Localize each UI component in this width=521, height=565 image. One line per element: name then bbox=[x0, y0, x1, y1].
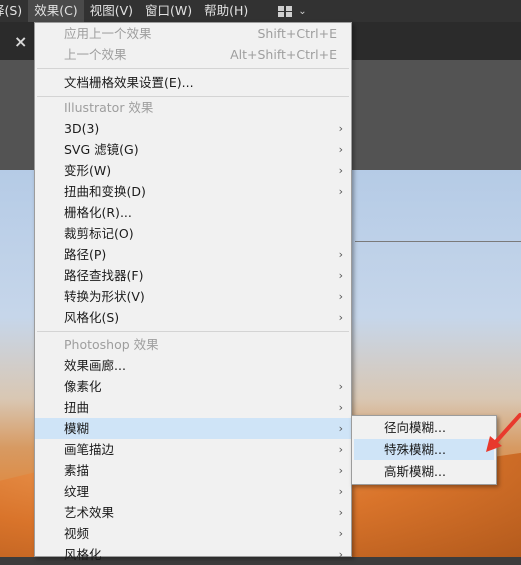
menu-select[interactable]: 择(S) bbox=[0, 0, 28, 22]
menu-item-sketch[interactable]: 素描 › bbox=[35, 460, 351, 481]
menu-item-brush-strokes[interactable]: 画笔描边 › bbox=[35, 439, 351, 460]
menu-item-rasterize[interactable]: 栅格化(R)... bbox=[35, 202, 351, 223]
chevron-right-icon: › bbox=[338, 506, 343, 519]
chevron-right-icon: › bbox=[338, 143, 343, 156]
menu-item-convert-to-shape[interactable]: 转换为形状(V) › bbox=[35, 286, 351, 307]
chevron-right-icon: › bbox=[338, 248, 343, 261]
menu-item-document-raster-settings[interactable]: 文档栅格效果设置(E)... bbox=[35, 72, 351, 93]
menu-item-3d[interactable]: 3D(3) › bbox=[35, 118, 351, 139]
annotation-arrow-icon bbox=[486, 413, 521, 452]
chevron-right-icon: › bbox=[338, 311, 343, 324]
shortcut-label: Alt+Shift+Ctrl+E bbox=[230, 47, 337, 62]
chevron-right-icon: › bbox=[338, 185, 343, 198]
menu-item-apply-last-effect[interactable]: 应用上一个效果 Shift+Ctrl+E bbox=[35, 23, 351, 44]
chevron-right-icon: › bbox=[338, 443, 343, 456]
menu-item-crop-marks[interactable]: 裁剪标记(O) bbox=[35, 223, 351, 244]
menu-bar: 择(S) 效果(C) 视图(V) 窗口(W) 帮助(H) ⌄ bbox=[0, 0, 521, 22]
chevron-right-icon: › bbox=[338, 269, 343, 282]
menu-item-pathfinder[interactable]: 路径查找器(F) › bbox=[35, 265, 351, 286]
chevron-right-icon: › bbox=[338, 548, 343, 561]
menu-item-distort[interactable]: 扭曲 › bbox=[35, 397, 351, 418]
menu-item-video[interactable]: 视频 › bbox=[35, 523, 351, 544]
menu-item-path[interactable]: 路径(P) › bbox=[35, 244, 351, 265]
menu-item-texture[interactable]: 纹理 › bbox=[35, 481, 351, 502]
menu-item-artistic[interactable]: 艺术效果 › bbox=[35, 502, 351, 523]
chevron-right-icon: › bbox=[338, 122, 343, 135]
menu-separator bbox=[37, 68, 349, 69]
menu-item-svg-filters[interactable]: SVG 滤镜(G) › bbox=[35, 139, 351, 160]
chevron-right-icon: › bbox=[338, 401, 343, 414]
chevron-right-icon: › bbox=[338, 380, 343, 393]
menu-item-last-effect[interactable]: 上一个效果 Alt+Shift+Ctrl+E bbox=[35, 44, 351, 65]
guide-line bbox=[355, 241, 521, 242]
menu-item-blur[interactable]: 模糊 › bbox=[35, 418, 351, 439]
shortcut-label: Shift+Ctrl+E bbox=[257, 26, 338, 41]
chevron-right-icon: › bbox=[338, 464, 343, 477]
blur-submenu: 径向模糊... 特殊模糊... 高斯模糊... bbox=[351, 415, 497, 485]
submenu-item-gaussian-blur[interactable]: 高斯模糊... bbox=[354, 461, 494, 482]
chevron-right-icon: › bbox=[338, 164, 343, 177]
submenu-item-smart-blur[interactable]: 特殊模糊... bbox=[354, 439, 494, 460]
chevron-right-icon: › bbox=[338, 290, 343, 303]
workspace-grid-icon[interactable] bbox=[278, 5, 293, 17]
menu-item-warp[interactable]: 变形(W) › bbox=[35, 160, 351, 181]
menu-window[interactable]: 窗口(W) bbox=[139, 0, 198, 22]
menu-item-pixelate[interactable]: 像素化 › bbox=[35, 376, 351, 397]
chevron-down-icon[interactable]: ⌄ bbox=[298, 6, 306, 17]
effect-menu: 应用上一个效果 Shift+Ctrl+E 上一个效果 Alt+Shift+Ctr… bbox=[34, 22, 352, 562]
submenu-item-radial-blur[interactable]: 径向模糊... bbox=[354, 417, 494, 438]
chevron-right-icon: › bbox=[338, 485, 343, 498]
chevron-right-icon: › bbox=[338, 422, 343, 435]
section-header-photoshop: Photoshop 效果 bbox=[64, 337, 159, 352]
menu-item-stylize-photoshop[interactable]: 风格化 › bbox=[35, 544, 351, 565]
menu-item-distort-transform[interactable]: 扭曲和变换(D) › bbox=[35, 181, 351, 202]
menu-help[interactable]: 帮助(H) bbox=[198, 0, 254, 22]
menu-item-effect-gallery[interactable]: 效果画廊... bbox=[35, 355, 351, 376]
menu-item-stylize[interactable]: 风格化(S) › bbox=[35, 307, 351, 328]
menu-view[interactable]: 视图(V) bbox=[84, 0, 139, 22]
close-icon[interactable]: × bbox=[14, 32, 27, 51]
menu-effect[interactable]: 效果(C) bbox=[28, 0, 84, 22]
section-header-illustrator: Illustrator 效果 bbox=[64, 100, 154, 115]
menu-separator bbox=[37, 331, 349, 332]
chevron-right-icon: › bbox=[338, 527, 343, 540]
